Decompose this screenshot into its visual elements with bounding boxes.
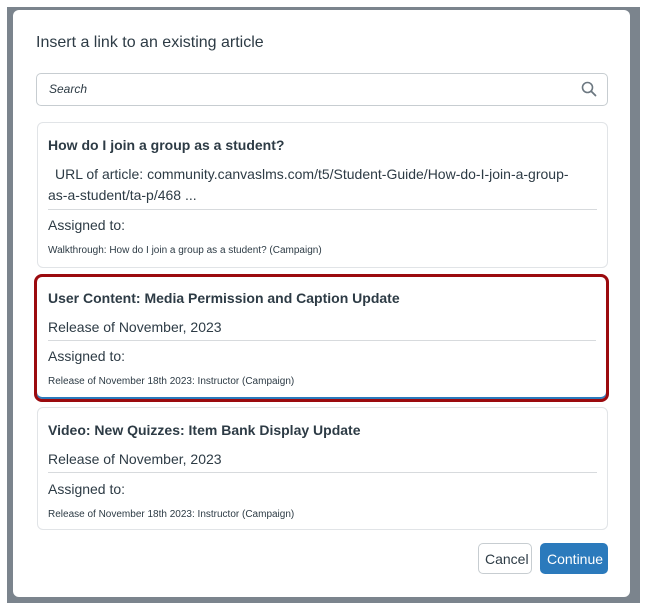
continue-button[interactable]: Continue <box>540 543 608 574</box>
assigned-label: Assigned to: <box>48 348 126 364</box>
assigned-value: Walkthrough: How do I join a group as a … <box>48 245 322 256</box>
divider <box>48 340 596 341</box>
article-release: Release of November, 2023 <box>48 451 222 467</box>
search-icon[interactable] <box>581 81 597 97</box>
cancel-button[interactable]: Cancel <box>478 543 532 574</box>
search-input[interactable] <box>47 81 571 97</box>
article-title: User Content: Media Permission and Capti… <box>48 290 400 306</box>
insert-link-dialog: Insert a link to an existing article How… <box>13 10 630 597</box>
article-option[interactable]: Video: New Quizzes: Item Bank Display Up… <box>37 407 608 530</box>
search-field[interactable] <box>36 73 608 106</box>
assigned-value: Release of November 18th 2023: Instructo… <box>48 509 295 520</box>
article-title: How do I join a group as a student? <box>48 137 285 153</box>
article-option[interactable]: How do I join a group as a student? URL … <box>37 122 608 268</box>
assigned-label: Assigned to: <box>48 217 126 233</box>
dialog-title: Insert a link to an existing article <box>36 34 264 51</box>
article-url-cont: as-a-student/ta-p/468 ... <box>48 187 197 203</box>
assigned-value: Release of November 18th 2023: Instructo… <box>48 376 295 387</box>
article-option-selected[interactable]: User Content: Media Permission and Capti… <box>34 274 609 402</box>
assigned-label: Assigned to: <box>48 481 126 497</box>
article-release: Release of November, 2023 <box>48 319 222 335</box>
divider <box>48 472 597 473</box>
article-url: URL of article: community.canvaslms.com/… <box>55 166 569 182</box>
article-title: Video: New Quizzes: Item Bank Display Up… <box>48 422 361 438</box>
divider <box>48 209 597 210</box>
